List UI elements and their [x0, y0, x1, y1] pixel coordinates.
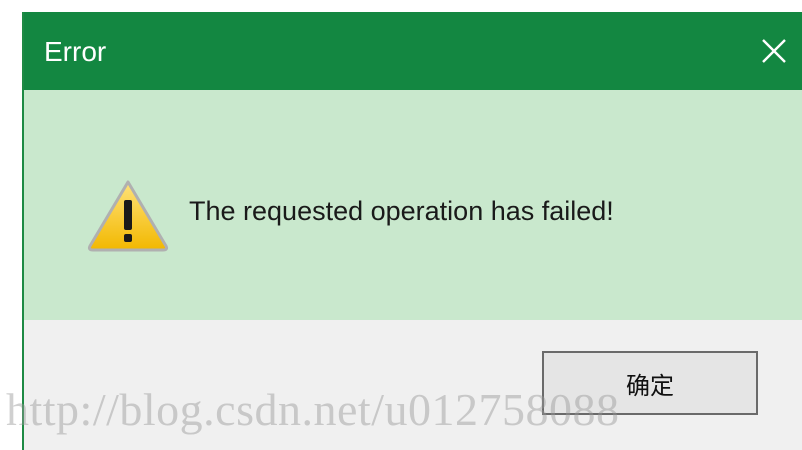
button-bar: 确定: [24, 320, 802, 450]
message-area: The requested operation has failed!: [24, 90, 802, 320]
dialog-title: Error: [44, 36, 107, 67]
error-dialog: Error The requested operation has failed…: [22, 12, 802, 450]
title-bar[interactable]: Error: [24, 12, 802, 90]
close-button[interactable]: [746, 12, 802, 90]
close-icon: [762, 39, 786, 63]
screen: Error The requested operation has failed…: [0, 0, 802, 450]
warning-icon: [87, 180, 169, 252]
ok-button[interactable]: 确定: [542, 351, 758, 415]
error-message: The requested operation has failed!: [189, 196, 614, 226]
